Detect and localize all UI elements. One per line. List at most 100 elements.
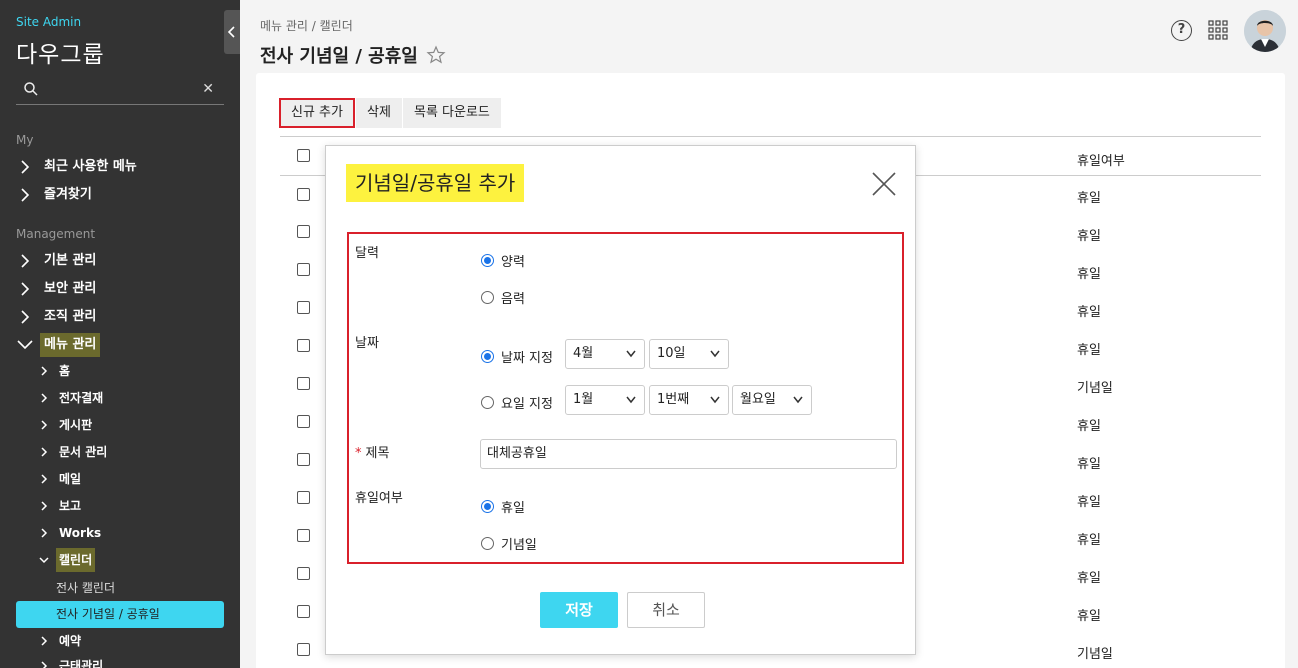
sidebar-calendar-company[interactable]: 전사 캘린더 xyxy=(56,579,115,596)
calendar-solar-radio[interactable]: 양력 xyxy=(481,251,525,270)
select-value: 월요일 xyxy=(740,392,776,407)
row-checkbox[interactable] xyxy=(297,491,310,504)
close-icon[interactable] xyxy=(870,170,898,198)
help-icon[interactable]: ? xyxy=(1171,20,1192,41)
sidebar-subitem-calendar[interactable]: 캘린더 xyxy=(38,548,96,572)
row-checkbox[interactable] xyxy=(297,605,310,618)
calendar-lunar-radio[interactable]: 음력 xyxy=(481,288,525,307)
sidebar-subitem-label: 캘린더 xyxy=(56,548,96,572)
holiday-radio[interactable]: 휴일 xyxy=(481,497,525,516)
sidebar-subitem-attendance[interactable]: 근태관리 xyxy=(38,654,106,668)
app-grid-icon[interactable] xyxy=(1208,20,1228,40)
table-cell-holiday: 휴일 xyxy=(1077,609,1101,624)
delete-button[interactable]: 삭제 xyxy=(356,98,402,128)
row-checkbox[interactable] xyxy=(297,415,310,428)
table-cell-holiday: 휴일 xyxy=(1077,419,1101,434)
sidebar-subitem-label: 게시판 xyxy=(59,418,93,432)
sidebar-item-favorites[interactable]: 즐겨찾기 xyxy=(16,183,96,207)
sidebar-collapse-button[interactable] xyxy=(224,10,240,54)
radio-dot xyxy=(481,350,494,363)
sidebar-item-label: 기본 관리 xyxy=(44,253,97,268)
sidebar-subitem-works[interactable]: Works xyxy=(38,521,104,545)
radio-dot xyxy=(481,254,494,267)
row-checkbox[interactable] xyxy=(297,301,310,314)
sidebar-subitem-board[interactable]: 게시판 xyxy=(38,413,95,437)
row-checkbox[interactable] xyxy=(297,529,310,542)
chevron-right-icon xyxy=(41,501,48,511)
weekday-day-select[interactable]: 월요일 xyxy=(732,385,812,415)
select-value: 1월 xyxy=(573,392,594,407)
weekday-week-select[interactable]: 1번째 xyxy=(649,385,729,415)
select-all-checkbox[interactable] xyxy=(297,149,310,162)
sidebar-subitem-reservation[interactable]: 예약 xyxy=(38,629,84,653)
sidebar-subitem-label: 메일 xyxy=(59,472,82,486)
chevron-right-icon xyxy=(41,636,48,646)
dialog-form: 달력 양력 음력 날짜 날짜 지정 4월 10일 요일 지정 1월 1번째 월요… xyxy=(347,232,904,564)
chevron-right-icon xyxy=(21,160,30,174)
sidebar-subitem-label: 문서 관리 xyxy=(59,445,108,459)
column-header-holiday[interactable]: 휴일여부 xyxy=(1077,150,1125,169)
table-cell-holiday: 휴일 xyxy=(1077,457,1101,472)
chevron-right-icon xyxy=(21,282,30,296)
sidebar-item-menu-admin[interactable]: 메뉴 관리 xyxy=(16,333,101,357)
select-value: 10일 xyxy=(657,346,686,361)
sidebar-item-label: 최근 사용한 메뉴 xyxy=(44,159,137,174)
row-checkbox[interactable] xyxy=(297,225,310,238)
table-cell-holiday: 휴일 xyxy=(1077,305,1101,320)
sidebar-subitem-home[interactable]: 홈 xyxy=(38,359,73,383)
chevron-down-icon xyxy=(710,350,720,358)
download-list-button[interactable]: 목록 다운로드 xyxy=(403,98,501,128)
row-checkbox[interactable] xyxy=(297,339,310,352)
chevron-right-icon xyxy=(21,188,30,202)
radio-dot xyxy=(481,291,494,304)
add-new-button[interactable]: 신규 추가 xyxy=(279,98,355,128)
fixed-month-select[interactable]: 4월 xyxy=(565,339,645,369)
clear-search-icon[interactable]: ✕ xyxy=(202,81,214,97)
table-header-divider xyxy=(280,136,1261,137)
fixed-day-select[interactable]: 10일 xyxy=(649,339,729,369)
radio-label: 휴일 xyxy=(501,501,525,516)
row-checkbox[interactable] xyxy=(297,377,310,390)
radio-label: 기념일 xyxy=(501,538,537,553)
sidebar-calendar-holidays[interactable]: 전사 기념일 / 공휴일 xyxy=(16,601,224,628)
avatar[interactable] xyxy=(1244,10,1286,52)
subject-input[interactable]: 대체공휴일 xyxy=(480,439,897,469)
table-cell-holiday: 기념일 xyxy=(1077,647,1113,662)
radio-dot xyxy=(481,537,494,550)
sidebar-subitem-docs[interactable]: 문서 관리 xyxy=(38,440,110,464)
sidebar-subitem-mail[interactable]: 메일 xyxy=(38,467,84,491)
sidebar-item-recent-menu[interactable]: 최근 사용한 메뉴 xyxy=(16,155,141,179)
radio-label: 음력 xyxy=(501,292,525,307)
sidebar-item-org-admin[interactable]: 조직 관리 xyxy=(16,305,100,329)
sidebar-subitem-report[interactable]: 보고 xyxy=(38,494,84,518)
sidebar-subitem-approval[interactable]: 전자결재 xyxy=(38,386,106,410)
chevron-right-icon xyxy=(41,420,48,430)
row-checkbox[interactable] xyxy=(297,453,310,466)
row-checkbox[interactable] xyxy=(297,263,310,276)
add-holiday-dialog: 기념일/공휴일 추가 달력 양력 음력 날짜 날짜 지정 4월 10일 요일 지… xyxy=(325,145,916,655)
weekday-month-select[interactable]: 1월 xyxy=(565,385,645,415)
save-button[interactable]: 저장 xyxy=(540,592,618,628)
table-cell-holiday: 휴일 xyxy=(1077,343,1101,358)
user-photo-icon xyxy=(1244,10,1286,52)
sidebar-item-security-admin[interactable]: 보안 관리 xyxy=(16,277,100,301)
menu-search[interactable]: ✕ xyxy=(16,78,224,105)
company-name[interactable]: 다우그룹 xyxy=(16,35,105,69)
row-checkbox[interactable] xyxy=(297,188,310,201)
date-fixed-radio[interactable]: 날짜 지정 xyxy=(481,347,553,366)
table-cell-holiday: 기념일 xyxy=(1077,381,1113,396)
sidebar-subitem-label: 근태관리 xyxy=(59,659,104,668)
cancel-button[interactable]: 취소 xyxy=(627,592,705,628)
date-weekday-radio[interactable]: 요일 지정 xyxy=(481,393,553,412)
page-title-row: 전사 기념일 / 공휴일 xyxy=(260,42,446,68)
calendar-type-label: 달력 xyxy=(355,246,379,261)
star-icon[interactable] xyxy=(426,45,446,65)
sidebar-item-basic-admin[interactable]: 기본 관리 xyxy=(16,249,100,273)
dialog-title: 기념일/공휴일 추가 xyxy=(346,164,525,202)
sidebar-subitem-label: 보고 xyxy=(59,499,82,513)
required-mark: * xyxy=(355,446,362,461)
row-checkbox[interactable] xyxy=(297,643,310,656)
table-cell-holiday: 휴일 xyxy=(1077,533,1101,548)
anniversary-radio[interactable]: 기념일 xyxy=(481,534,537,553)
row-checkbox[interactable] xyxy=(297,567,310,580)
